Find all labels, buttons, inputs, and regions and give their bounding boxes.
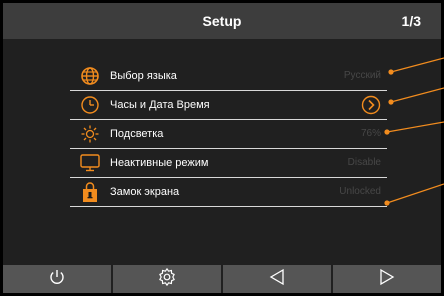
settings-button[interactable] [111,265,221,293]
menu-item-screen-lock[interactable]: Замок экрана Unlocked [70,178,387,207]
back-button[interactable] [221,265,331,293]
header-bar: Setup 1/3 [3,3,441,39]
menu-item-value: 76% [360,128,381,139]
screen: Setup 1/3 Выбор языка Русский Часы и Дат… [3,3,441,293]
page-indicator: 1/3 [401,13,421,29]
menu-item-label: Подсветка [110,128,164,140]
menu-item-value: Unlocked [339,186,381,197]
monitor-icon [78,152,102,174]
lock-icon [78,181,102,203]
chevron-right-icon[interactable] [361,95,381,115]
menu-item-clock[interactable]: Часы и Дата Время [70,91,387,120]
page-title: Setup [202,13,242,29]
settings-icon [157,267,177,292]
menu-item-value: Disable [347,157,381,168]
menu-item-label: Выбор языка [110,70,177,82]
menu-item-backlight[interactable]: Подсветка 76% [70,120,387,149]
clock-icon [78,94,102,116]
globe-icon [78,65,102,87]
menu-item-label: Часы и Дата Время [110,99,210,111]
back-icon [268,268,286,291]
menu-item-language[interactable]: Выбор языка Русский [70,62,387,91]
menu-item-label: Замок экрана [110,186,180,198]
forward-icon [378,268,396,291]
menu-item-value: Русский [343,70,381,81]
power-icon [48,268,66,291]
brightness-icon [78,123,102,145]
settings-menu: Выбор языка Русский Часы и Дата Время По… [70,62,387,207]
power-button[interactable] [3,265,111,293]
forward-button[interactable] [331,265,441,293]
menu-item-inactive-mode[interactable]: Неактивные режим Disable [70,149,387,178]
footer-bar [3,265,441,293]
device-frame: Setup 1/3 Выбор языка Русский Часы и Дат… [0,0,444,296]
menu-item-label: Неактивные режим [110,157,209,169]
